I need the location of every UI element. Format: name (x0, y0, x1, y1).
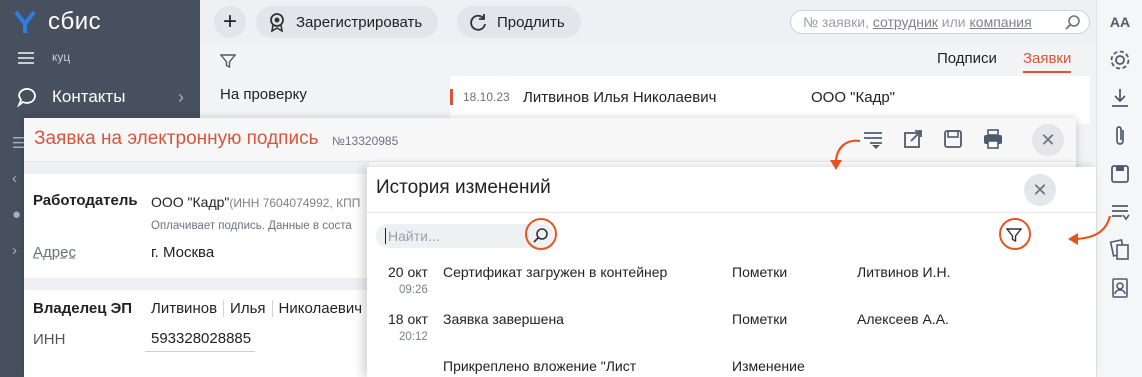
history-row-author: Алексеев А.А. (857, 311, 949, 327)
employer-value[interactable]: ООО "Кадр"(ИНН 7604074992, КПП (151, 194, 360, 210)
register-label: Зарегистрировать (296, 13, 423, 31)
nav-item-contacts[interactable]: Контакты › (0, 80, 200, 114)
owner-first-name[interactable]: Илья (224, 300, 273, 317)
owner-label: Владелец ЭП (33, 300, 133, 317)
nav-stub-icon: ‹ (12, 170, 17, 187)
filter-icon[interactable] (220, 53, 236, 69)
annotation-arrow (830, 139, 861, 170)
history-row-date: 20 окт (388, 264, 428, 280)
employer-name: ООО "Кадр" (151, 194, 230, 210)
sbis-logo[interactable]: сбис (12, 8, 101, 36)
close-icon: ✕ (1040, 129, 1056, 150)
application-number: №13320985 (332, 134, 399, 148)
history-row-date: 18 окт (388, 311, 428, 327)
main-menu-toggle[interactable]: куц (18, 50, 70, 64)
search-company-link[interactable]: компания (970, 14, 1032, 30)
history-title: История изменений (376, 177, 551, 198)
owner-last-name[interactable]: Литвинов (151, 300, 225, 317)
nav-stub-icon: ● (12, 206, 22, 223)
menu-icon (18, 51, 34, 64)
history-panel: История изменений ✕ Найти... 20 окт Серт… (367, 167, 1096, 377)
download-icon[interactable] (1108, 86, 1132, 110)
menu-caption: куц (52, 50, 71, 64)
history-row-kind: Пометки (732, 264, 788, 280)
chevron-right-icon: › (178, 86, 184, 107)
user-document-icon[interactable] (1108, 276, 1132, 300)
print-icon[interactable] (982, 128, 1004, 150)
employer-details: (ИНН 7604074992, КПП (229, 196, 361, 210)
history-row-kind: Пометки (732, 311, 788, 327)
owner-middle-name[interactable]: Николаевич (273, 300, 369, 317)
gear-icon[interactable] (1108, 48, 1132, 72)
employer-note: Оплачивает подпись. Данные в соста (151, 220, 352, 232)
extend-button[interactable]: Продлить (457, 6, 581, 38)
search-icon[interactable] (1065, 14, 1081, 30)
history-row-time: 09:26 (399, 284, 428, 296)
search-input[interactable]: № заявки, сотрудник или компания (790, 10, 1090, 34)
table-row[interactable]: 18.10.23 Литвинов Илья Николаевич ООО "К… (450, 85, 895, 109)
history-row-event: Сертификат загружен в контейнер (443, 264, 668, 280)
application-toolbar (862, 128, 1004, 150)
filter-item-for-review[interactable]: На проверку (220, 86, 307, 103)
section-divider (24, 278, 369, 290)
history-search-placeholder: Найти... (388, 228, 440, 244)
logo-icon (14, 10, 36, 33)
employer-label: Работодатель (33, 192, 138, 209)
text-caret (385, 228, 386, 244)
save-icon[interactable] (1108, 162, 1132, 186)
search-or: или (937, 14, 970, 30)
row-marker (450, 89, 453, 105)
registry-tabs: Подписи Заявки (937, 50, 1072, 73)
tab-signatures[interactable]: Подписи (937, 50, 997, 73)
certificate-icon (270, 13, 284, 32)
history-row-event: Заявка завершена (443, 311, 564, 327)
chat-icon (16, 88, 36, 108)
search-prefix: № заявки, (803, 14, 869, 30)
font-size-icon[interactable]: AA (1108, 10, 1132, 34)
search-employee-link[interactable]: сотрудник (873, 14, 938, 30)
top-toolbar: + Зарегистрировать Продлить № заявки, со… (200, 0, 1100, 44)
address-value[interactable]: г. Москва (151, 244, 214, 261)
close-application-button[interactable]: ✕ (1032, 124, 1064, 156)
extend-label: Продлить (497, 13, 565, 31)
filter-highlight-circle (999, 218, 1031, 250)
owner-section: Владелец ЭП Литвинов Илья Николаевич ИНН… (24, 290, 369, 377)
address-label[interactable]: Адрес (33, 244, 76, 261)
register-button[interactable]: Зарегистрировать (256, 6, 439, 38)
search-highlight-circle (525, 218, 557, 250)
history-header: История изменений ✕ (367, 167, 1096, 213)
open-external-icon[interactable] (902, 128, 924, 150)
logo-text: сбис (48, 8, 102, 35)
inn-field[interactable]: 593328028885 (145, 326, 255, 352)
close-icon: ✕ (1032, 179, 1048, 200)
inn-label: ИНН (33, 331, 66, 348)
owner-name-fields[interactable]: Литвинов Илья Николаевич (151, 300, 368, 317)
history-row-author: Литвинов И.Н. (857, 264, 951, 280)
save-icon[interactable] (942, 128, 964, 150)
employer-section: Работодатель ООО "Кадр"(ИНН 7604074992, … (24, 174, 369, 278)
annotation-arrow (1068, 215, 1112, 245)
plus-icon: + (222, 8, 237, 35)
right-rail: AA (1096, 0, 1142, 377)
add-button[interactable]: + (214, 6, 246, 38)
nav-stub-icon: › (12, 242, 17, 259)
row-date: 18.10.23 (463, 90, 510, 104)
history-row-time: 20:12 (399, 331, 428, 343)
row-company: ООО "Кадр" (811, 88, 895, 106)
application-header: Заявка на электронную подпись №13320985 (24, 118, 1076, 162)
tab-applications[interactable]: Заявки (1022, 50, 1072, 73)
application-body: Работодатель ООО "Кадр"(ИНН 7604074992, … (24, 162, 369, 377)
row-name: Литвинов Илья Николаевич (523, 88, 717, 106)
close-history-button[interactable]: ✕ (1024, 174, 1056, 206)
application-title: Заявка на электронную подпись (34, 128, 319, 149)
section-divider (24, 162, 369, 174)
nav-item-label: Контакты (52, 87, 126, 106)
history-row-kind: Изменение (732, 358, 805, 374)
history-row-event: Прикреплено вложение "Лист (443, 358, 637, 374)
refresh-icon (470, 14, 486, 31)
paperclip-icon[interactable] (1108, 124, 1132, 148)
